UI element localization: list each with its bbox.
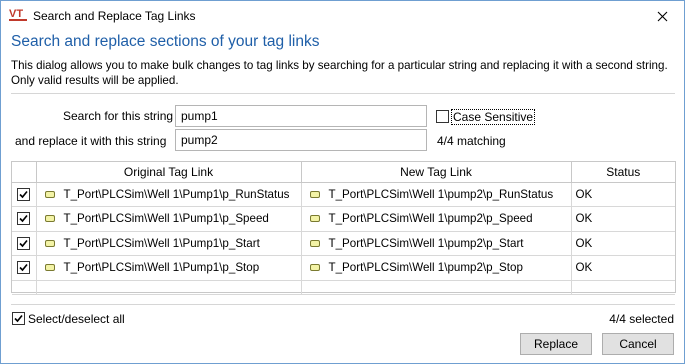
select-all-checkbox[interactable] — [12, 312, 25, 325]
original-tag-link: T_Port\PLCSim\Well 1\Pump1\p_Speed — [63, 212, 269, 226]
tag-icon — [309, 190, 320, 198]
replace-button[interactable]: Replace — [520, 333, 592, 355]
close-icon — [657, 11, 667, 21]
table-row[interactable]: T_Port\PLCSim\Well 1\Pump1\p_Start T_Por… — [12, 231, 675, 256]
row-status: OK — [571, 206, 675, 232]
new-tag-link: T_Port\PLCSim\Well 1\pump2\p_Start — [328, 236, 524, 250]
case-sensitive-checkbox[interactable] — [436, 110, 449, 123]
cancel-button[interactable]: Cancel — [602, 333, 674, 355]
column-header-status[interactable]: Status — [571, 162, 675, 183]
column-header-new[interactable]: New Tag Link — [301, 162, 572, 183]
checkmark-icon — [19, 264, 28, 272]
selected-count: 4/4 selected — [609, 312, 674, 326]
original-tag-link: T_Port\PLCSim\Well 1\Pump1\p_Start — [63, 236, 260, 250]
row-checkbox[interactable] — [17, 187, 31, 201]
table-header-row: Original Tag Link New Tag Link Status — [12, 162, 675, 183]
new-tag-link: T_Port\PLCSim\Well 1\pump2\p_Stop — [328, 261, 523, 275]
divider — [11, 93, 675, 94]
replace-input[interactable] — [175, 129, 427, 151]
row-checkbox[interactable] — [17, 236, 31, 250]
original-tag-link: T_Port\PLCSim\Well 1\Pump1\p_Stop — [63, 261, 260, 275]
new-tag-link: T_Port\PLCSim\Well 1\pump2\p_Speed — [328, 212, 533, 226]
app-logo-icon: VT — [9, 8, 27, 21]
tag-icon — [309, 264, 320, 272]
select-all-label[interactable]: Select/deselect all — [28, 312, 125, 326]
tag-icon — [309, 215, 320, 223]
row-status: OK — [571, 182, 675, 207]
tag-icon — [44, 239, 55, 247]
original-tag-link: T_Port\PLCSim\Well 1\Pump1\p_RunStatus — [63, 187, 290, 201]
matching-count: 4/4 matching — [437, 134, 506, 148]
search-input[interactable] — [175, 105, 427, 127]
replace-label: and replace it with this string — [15, 134, 167, 148]
search-label: Search for this string — [63, 109, 174, 123]
checkmark-icon — [19, 190, 28, 199]
tag-icon — [44, 215, 55, 223]
row-checkbox[interactable] — [17, 212, 31, 226]
checkmark-icon — [19, 215, 28, 223]
checkmark-icon — [14, 314, 23, 323]
checkmark-icon — [19, 239, 28, 248]
table-row[interactable]: T_Port\PLCSim\Well 1\Pump1\p_Stop T_Port… — [12, 255, 675, 281]
row-checkbox[interactable] — [17, 261, 31, 275]
table-row[interactable]: T_Port\PLCSim\Well 1\Pump1\p_Speed T_Por… — [12, 206, 675, 232]
tag-icon — [44, 264, 55, 272]
column-header-original[interactable]: Original Tag Link — [36, 162, 302, 183]
row-status: OK — [571, 231, 675, 256]
dialog-heading: Search and replace sections of your tag … — [11, 33, 320, 50]
title-bar: VT Search and Replace Tag Links — [1, 1, 684, 31]
window-title: Search and Replace Tag Links — [33, 9, 196, 23]
dialog-window: VT Search and Replace Tag Links Search a… — [0, 0, 685, 364]
row-status: OK — [571, 255, 675, 281]
tag-links-table: Original Tag Link New Tag Link Status T_… — [11, 161, 676, 295]
table-row[interactable]: T_Port\PLCSim\Well 1\Pump1\p_RunStatus T… — [12, 182, 675, 207]
new-tag-link: T_Port\PLCSim\Well 1\pump2\p_RunStatus — [328, 187, 554, 201]
tag-icon — [309, 239, 320, 247]
tag-icon — [44, 190, 55, 198]
divider — [11, 304, 675, 305]
dialog-description: This dialog allows you to make bulk chan… — [11, 59, 668, 87]
case-sensitive-label[interactable]: Case Sensitive — [451, 109, 536, 125]
table-row-empty — [12, 280, 675, 295]
svg-text:VT: VT — [9, 8, 23, 20]
column-header-select[interactable] — [12, 162, 37, 183]
close-button[interactable] — [640, 1, 684, 31]
